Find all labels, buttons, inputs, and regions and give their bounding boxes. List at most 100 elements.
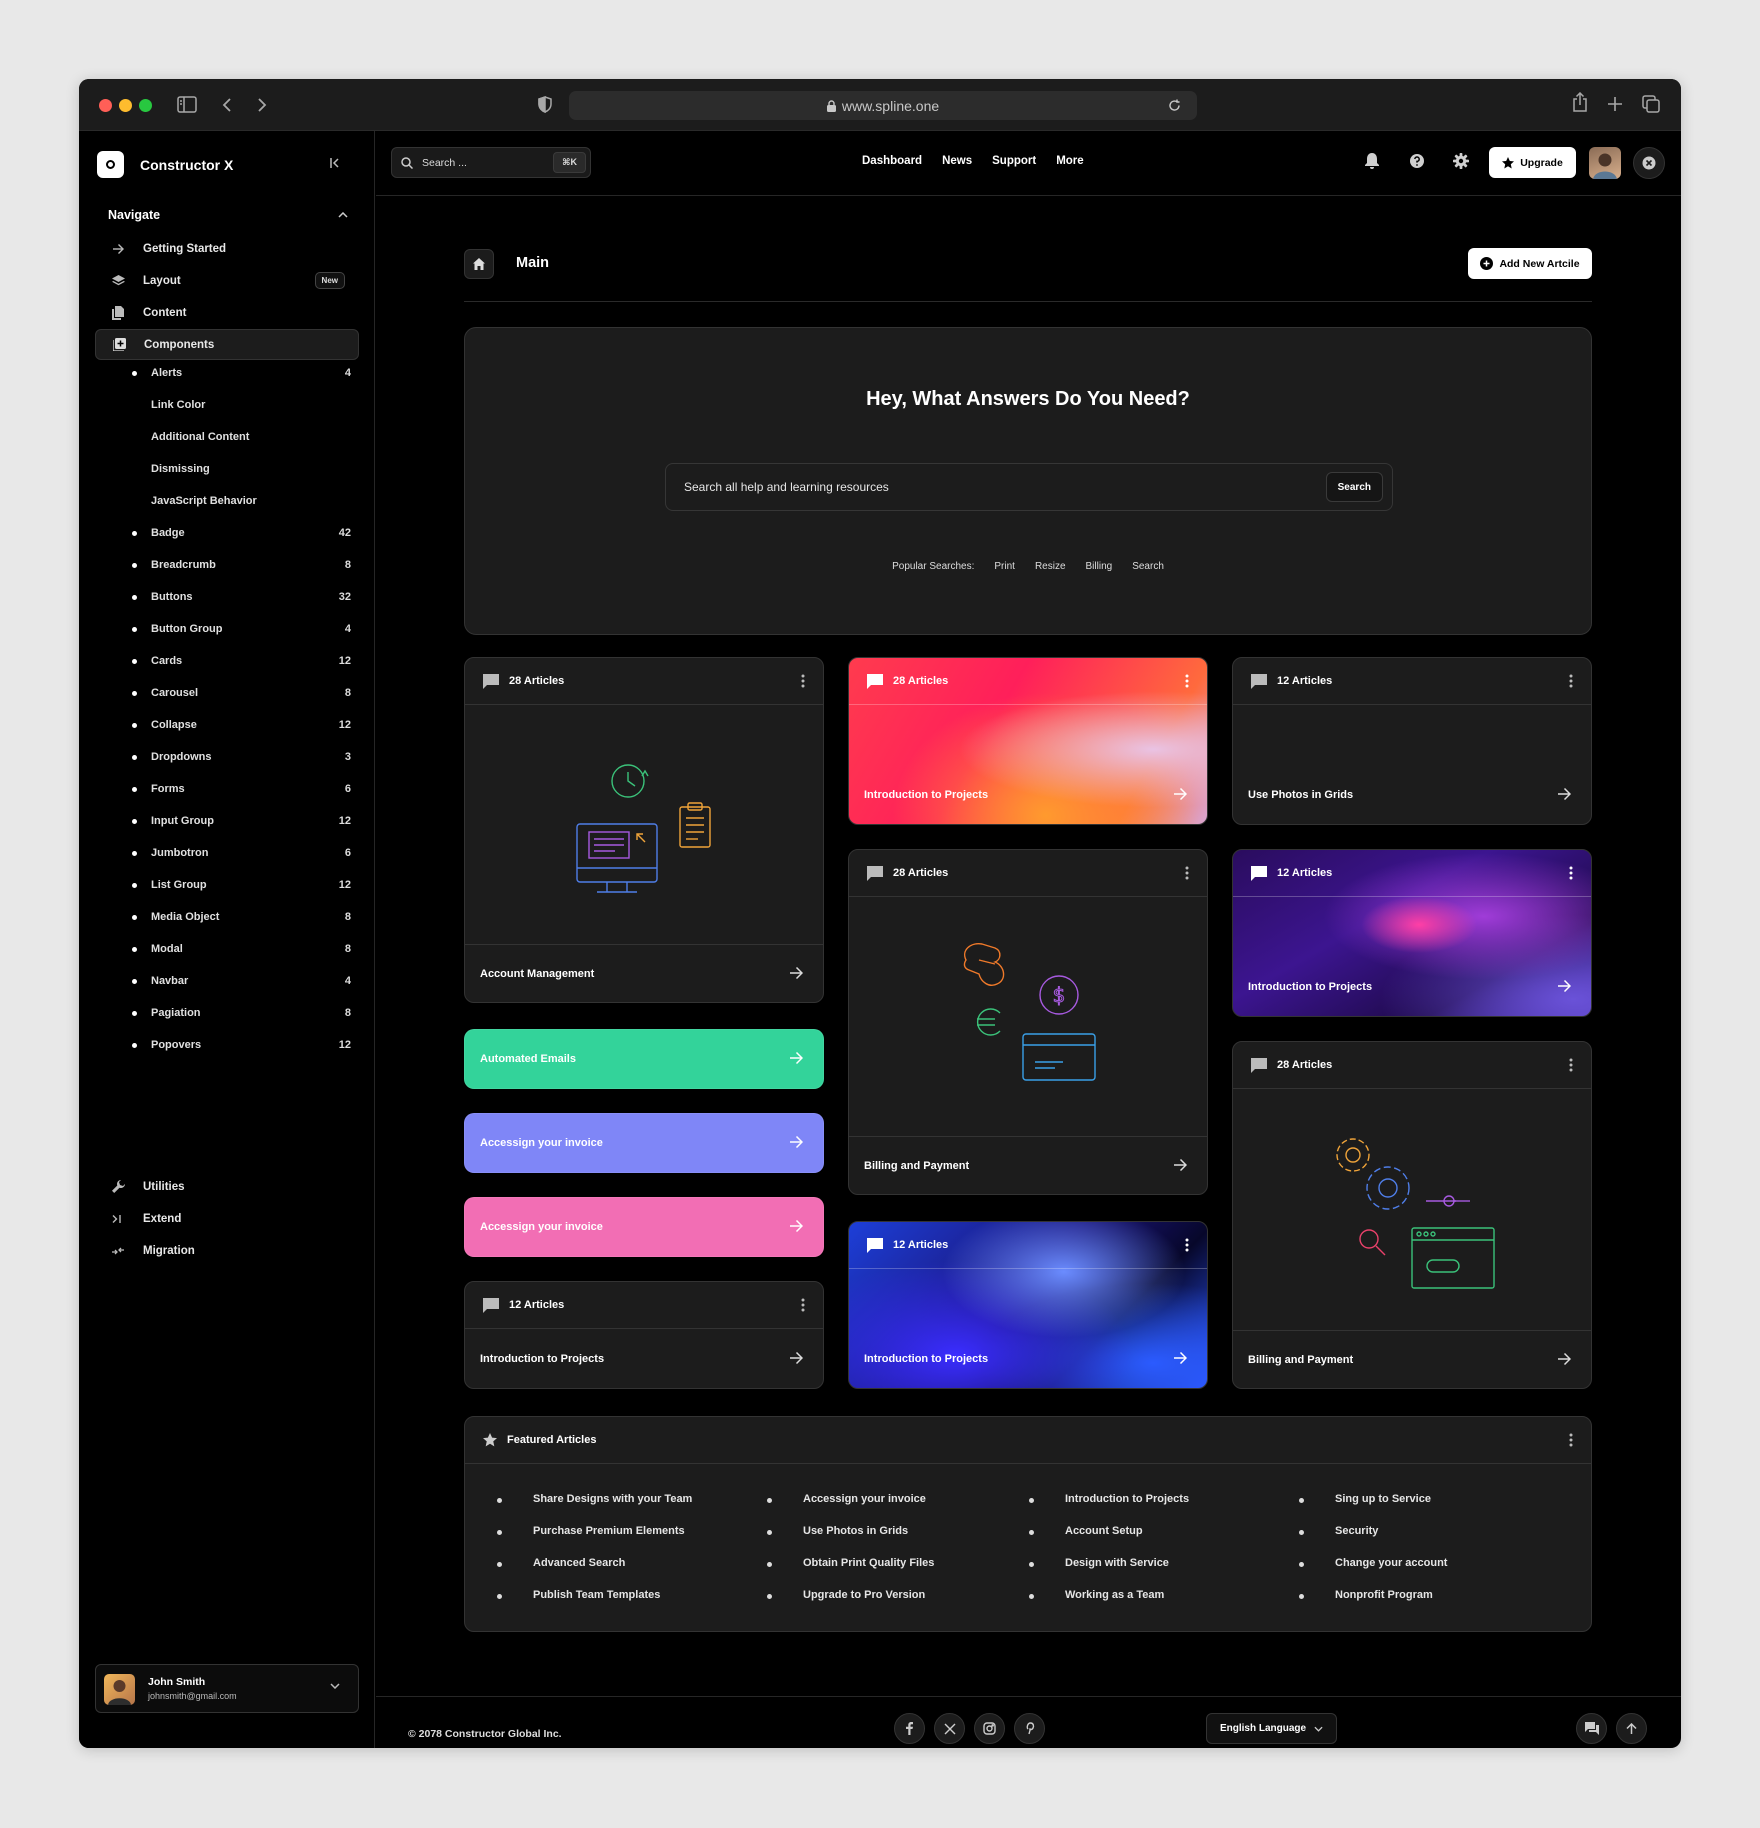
popular-search-link[interactable]: Billing: [1086, 561, 1113, 572]
more-vertical-icon[interactable]: [1185, 866, 1189, 880]
nav-link-more[interactable]: More: [1056, 155, 1083, 167]
featured-link[interactable]: Obtain Print Quality Files: [767, 1557, 934, 1589]
help-icon[interactable]: [1409, 153, 1425, 169]
arrow-right-icon[interactable]: [1173, 1158, 1187, 1172]
arrow-right-icon[interactable]: [789, 1351, 803, 1365]
more-vertical-icon[interactable]: [801, 674, 805, 688]
home-button[interactable]: [464, 249, 494, 279]
maximize-window-button[interactable]: [139, 99, 152, 112]
submenu-item[interactable]: Modal 8: [132, 937, 363, 961]
bell-icon[interactable]: [1365, 153, 1379, 169]
gear-icon[interactable]: [1453, 153, 1469, 169]
facebook-icon[interactable]: [894, 1713, 925, 1744]
submenu-item[interactable]: Badge 42: [132, 521, 363, 545]
more-vertical-icon[interactable]: [801, 1298, 805, 1312]
featured-link[interactable]: Change your account: [1299, 1557, 1447, 1589]
submenu-item[interactable]: Jumbotron 6: [132, 841, 363, 865]
arrow-right-icon[interactable]: [1557, 787, 1571, 801]
language-select[interactable]: English Language: [1206, 1713, 1337, 1744]
sidebar-item-components[interactable]: Components: [95, 329, 359, 360]
article-card-intro-projects-red[interactable]: 28 Articles Introduction to Projects: [848, 657, 1208, 825]
featured-link[interactable]: Account Setup: [1029, 1525, 1189, 1557]
sidebar-item-migration[interactable]: Migration: [95, 1235, 359, 1266]
submenu-item[interactable]: Buttons 32: [132, 585, 363, 609]
popular-search-link[interactable]: Search: [1132, 561, 1164, 572]
profile-avatar[interactable]: [1589, 147, 1621, 179]
submenu-item[interactable]: Dismissing: [151, 457, 363, 481]
sidebar-item-utilities[interactable]: Utilities: [95, 1171, 359, 1202]
submenu-item[interactable]: Navbar 4: [132, 969, 363, 993]
submenu-item[interactable]: Breadcrumb 8: [132, 553, 363, 577]
sidebar-item-extend[interactable]: Extend: [95, 1203, 359, 1234]
user-menu[interactable]: John Smith johnsmith@gmail.com: [95, 1664, 359, 1713]
tabs-overview-icon[interactable]: [1642, 95, 1660, 113]
submenu-item[interactable]: JavaScript Behavior: [151, 489, 363, 513]
sidebar-item-layout[interactable]: Layout New: [95, 265, 359, 296]
submenu-item[interactable]: Dropdowns 3: [132, 745, 363, 769]
submenu-item[interactable]: Collapse 12: [132, 713, 363, 737]
help-search-input[interactable]: Search all help and learning resources S…: [665, 463, 1393, 511]
minimize-window-button[interactable]: [119, 99, 132, 112]
reload-icon[interactable]: [1168, 99, 1181, 112]
more-vertical-icon[interactable]: [1569, 1058, 1573, 1072]
featured-link[interactable]: Sing up to Service: [1299, 1493, 1447, 1525]
featured-link[interactable]: Use Photos in Grids: [767, 1525, 934, 1557]
pinterest-icon[interactable]: [1014, 1713, 1045, 1744]
instagram-icon[interactable]: [974, 1713, 1005, 1744]
article-card-billing-payment[interactable]: 28 Articles $ Billing and Payment: [848, 849, 1208, 1195]
add-new-article-button[interactable]: Add New Artcile: [1468, 248, 1592, 279]
popular-search-link[interactable]: Resize: [1035, 561, 1066, 572]
nav-link-support[interactable]: Support: [992, 155, 1036, 167]
nav-link-dashboard[interactable]: Dashboard: [862, 155, 922, 167]
submenu-item[interactable]: List Group 12: [132, 873, 363, 897]
article-card-use-photos[interactable]: 12 Articles Use Photos in Grids: [1232, 657, 1592, 825]
close-window-button[interactable]: [99, 99, 112, 112]
pill-link-accessign-invoice[interactable]: Accessign your invoice: [464, 1197, 824, 1257]
submenu-item[interactable]: Carousel 8: [132, 681, 363, 705]
x-twitter-icon[interactable]: [934, 1713, 965, 1744]
privacy-shield-icon[interactable]: [538, 96, 552, 113]
scroll-top-icon[interactable]: [1616, 1713, 1647, 1744]
arrow-right-icon[interactable]: [789, 966, 803, 980]
submenu-item[interactable]: Popovers 12: [132, 1033, 363, 1057]
back-icon[interactable]: [222, 97, 232, 113]
featured-link[interactable]: Nonprofit Program: [1299, 1589, 1447, 1621]
more-vertical-icon[interactable]: [1569, 1433, 1573, 1447]
submenu-item[interactable]: Button Group 4: [132, 617, 363, 641]
arrow-right-icon[interactable]: [1173, 1351, 1187, 1365]
popular-search-link[interactable]: Print: [994, 561, 1015, 572]
featured-link[interactable]: Publish Team Templates: [497, 1589, 692, 1621]
sidebar-toggle-icon[interactable]: [177, 96, 197, 113]
forward-icon[interactable]: [257, 97, 267, 113]
submenu-item[interactable]: Input Group 12: [132, 809, 363, 833]
featured-link[interactable]: Security: [1299, 1525, 1447, 1557]
brand[interactable]: Constructor X: [97, 151, 233, 178]
submenu-item[interactable]: Media Object 8: [132, 905, 363, 929]
submenu-item[interactable]: Additional Content: [151, 425, 363, 449]
search-input[interactable]: Search ... ⌘K: [391, 147, 591, 178]
featured-link[interactable]: Purchase Premium Elements: [497, 1525, 692, 1557]
sidebar-item-getting-started[interactable]: Getting Started: [95, 233, 359, 264]
collapse-sidebar-icon[interactable]: [329, 157, 341, 169]
article-card-billing-payment-2[interactable]: 28 Articles Billing and Payment: [1232, 1041, 1592, 1389]
submenu-item[interactable]: Cards 12: [132, 649, 363, 673]
submenu-item[interactable]: Forms 6: [132, 777, 363, 801]
featured-link[interactable]: Accessign your invoice: [767, 1493, 934, 1525]
featured-link[interactable]: Design with Service: [1029, 1557, 1189, 1589]
arrow-right-icon[interactable]: [1173, 787, 1187, 801]
nav-link-news[interactable]: News: [942, 155, 972, 167]
help-search-button[interactable]: Search: [1325, 472, 1383, 502]
upgrade-button[interactable]: Upgrade: [1489, 147, 1576, 178]
article-card-account-management[interactable]: 28 Articles Account Management: [464, 657, 824, 1003]
featured-link[interactable]: Working as a Team: [1029, 1589, 1189, 1621]
arrow-right-icon[interactable]: [1557, 979, 1571, 993]
address-bar[interactable]: www.spline.one: [569, 91, 1197, 120]
submenu-item[interactable]: Alerts 4: [132, 361, 363, 385]
more-vertical-icon[interactable]: [1569, 866, 1573, 880]
more-vertical-icon[interactable]: [1185, 674, 1189, 688]
pill-link-automated-emails[interactable]: Automated Emails: [464, 1029, 824, 1089]
more-vertical-icon[interactable]: [1569, 674, 1573, 688]
chat-support-icon[interactable]: [1576, 1713, 1607, 1744]
article-card-intro-projects-blue[interactable]: 12 Articles Introduction to Projects: [848, 1221, 1208, 1389]
pill-link-accessign-invoice[interactable]: Accessign your invoice: [464, 1113, 824, 1173]
